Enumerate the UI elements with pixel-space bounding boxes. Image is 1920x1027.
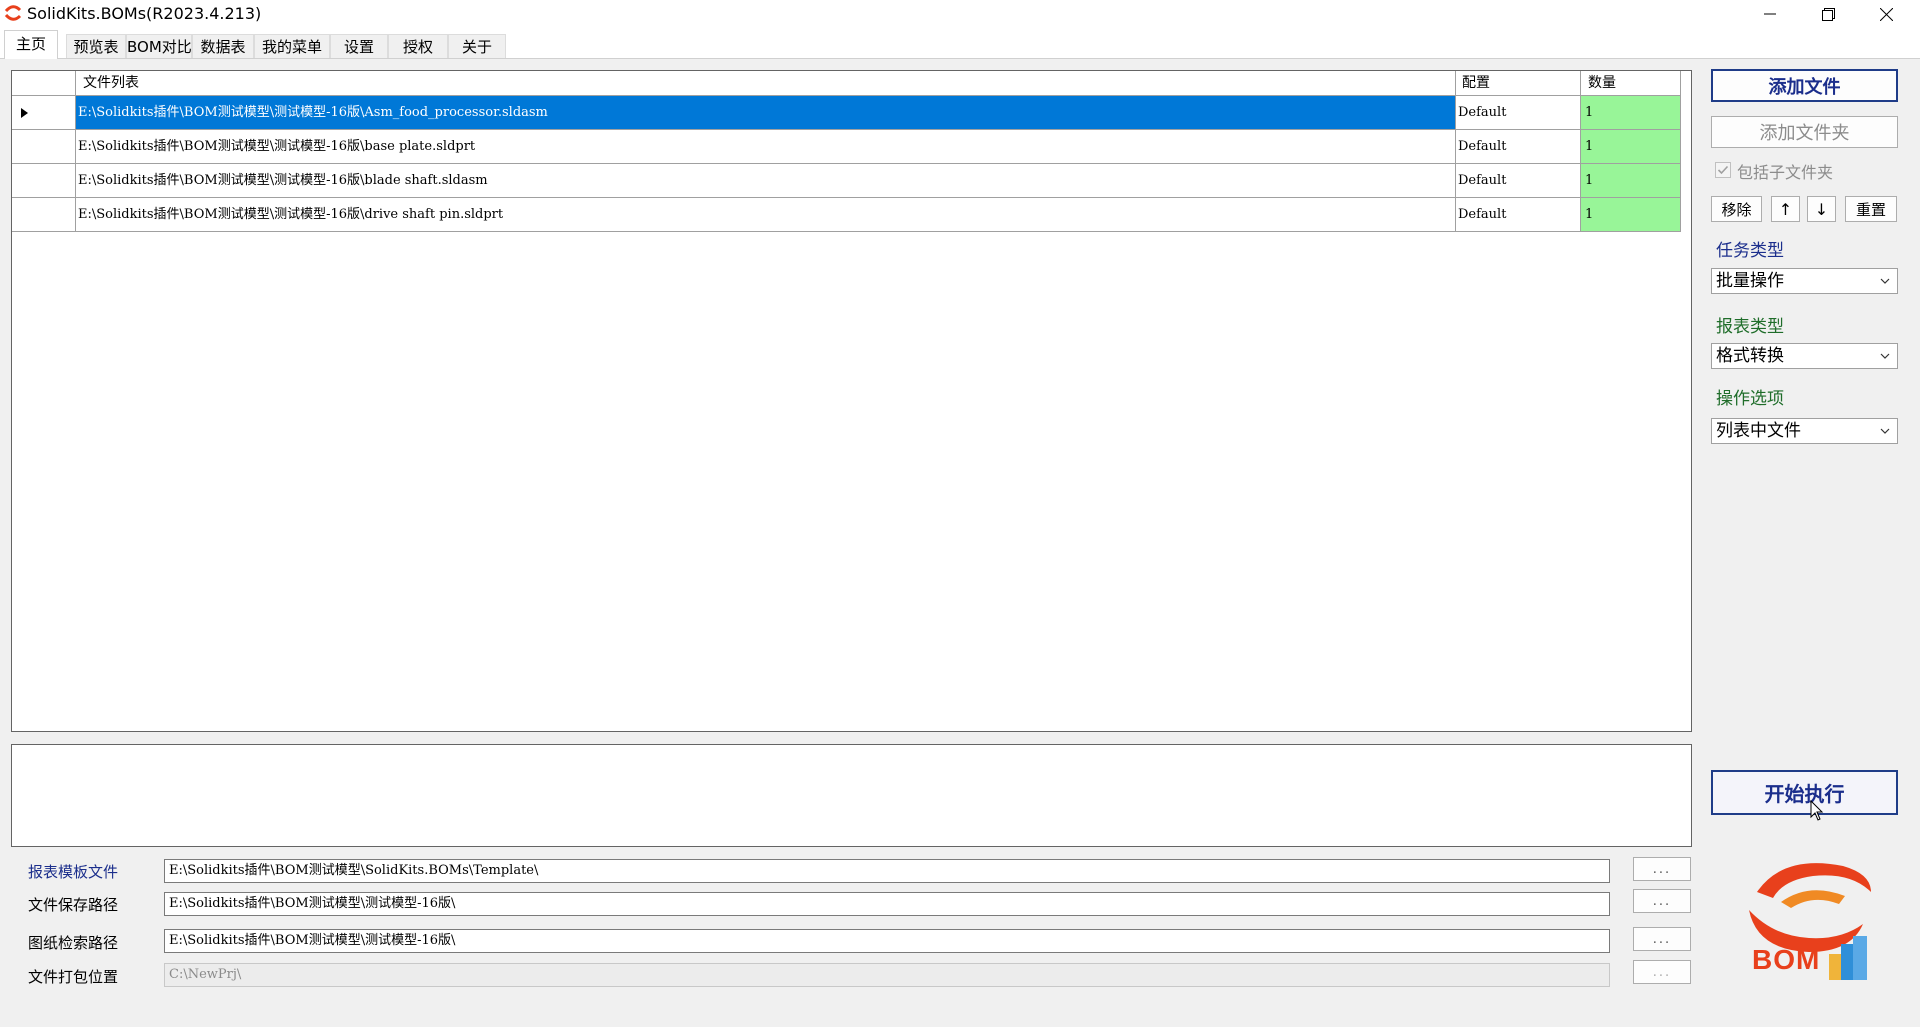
report-type-value: 格式转换 [1716, 346, 1784, 366]
mouse-cursor-icon [1810, 800, 1824, 821]
table-row-config[interactable]: Default [1456, 164, 1581, 198]
title-bar [0, 0, 1920, 28]
template-file-label: 报表模板文件 [28, 863, 119, 881]
chevron-down-icon [1877, 344, 1893, 368]
tab-license[interactable]: 授权 [388, 34, 448, 58]
app-logo-icon [4, 5, 22, 21]
start-execution-button[interactable]: 开始执行 [1711, 770, 1898, 815]
table-row-config[interactable]: Default [1456, 96, 1581, 130]
window-title: SolidKits.BOMs(R2023.4.213) [27, 4, 262, 23]
table-row-config[interactable]: Default [1456, 198, 1581, 232]
logo-text: BOM [1752, 944, 1821, 975]
table-row-config[interactable]: Default [1456, 130, 1581, 164]
task-type-select[interactable]: 批量操作 [1711, 268, 1898, 294]
close-icon [1879, 7, 1893, 21]
log-output-box[interactable] [11, 744, 1692, 847]
tab-about[interactable]: 关于 [448, 34, 506, 58]
table-row-file-path[interactable]: E:\Solidkits插件\BOM测试模型\测试模型-16版\drive sh… [76, 198, 1456, 232]
chevron-down-icon [1877, 419, 1893, 443]
reset-button[interactable]: 重置 [1845, 196, 1897, 222]
current-row-arrow-icon [21, 108, 28, 118]
save-path-input[interactable]: E:\Solidkits插件\BOM测试模型\测试模型-16版\ [164, 892, 1610, 916]
task-type-label: 任务类型 [1716, 241, 1784, 261]
drawing-search-path-label: 图纸检索路径 [28, 934, 119, 952]
minimize-button[interactable] [1741, 0, 1799, 28]
operation-option-select[interactable]: 列表中文件 [1711, 418, 1898, 444]
table-row-file-path[interactable]: E:\Solidkits插件\BOM测试模型\测试模型-16版\blade sh… [76, 164, 1456, 198]
tab-data-table[interactable]: 数据表 [192, 34, 254, 58]
include-subfolders-checkbox[interactable] [1715, 162, 1731, 178]
chevron-down-icon [1877, 269, 1893, 293]
table-row-file-path[interactable]: E:\Solidkits插件\BOM测试模型\测试模型-16版\base pla… [76, 130, 1456, 164]
column-header-file-list[interactable]: 文件列表 [76, 71, 1456, 96]
remove-button[interactable]: 移除 [1711, 196, 1762, 222]
close-button[interactable] [1857, 0, 1915, 28]
column-header-qty[interactable]: 数量 [1581, 71, 1681, 96]
move-up-button[interactable]: ↑ [1771, 196, 1800, 222]
restore-icon [1821, 7, 1835, 21]
operation-option-value: 列表中文件 [1716, 421, 1801, 441]
report-type-label: 报表类型 [1716, 317, 1784, 337]
package-location-input: C:\NewPrj\ [164, 963, 1610, 987]
template-file-input[interactable]: E:\Solidkits插件\BOM测试模型\SolidKits.BOMs\Te… [164, 859, 1610, 883]
save-path-label: 文件保存路径 [28, 896, 119, 914]
package-location-label: 文件打包位置 [28, 968, 119, 986]
operation-option-label: 操作选项 [1716, 389, 1784, 409]
include-subfolders-label[interactable]: 包括子文件夹 [1737, 159, 1833, 183]
tab-preview[interactable]: 预览表 [66, 34, 126, 58]
drawing-search-path-browse-button[interactable]: ... [1633, 927, 1691, 951]
task-type-value: 批量操作 [1716, 271, 1784, 291]
add-folder-button[interactable]: 添加文件夹 [1711, 116, 1898, 148]
row-header[interactable] [12, 96, 76, 130]
add-file-button[interactable]: 添加文件 [1711, 69, 1898, 102]
tab-settings[interactable]: 设置 [330, 34, 388, 58]
tab-my-menu[interactable]: 我的菜单 [254, 34, 330, 58]
column-header-config[interactable]: 配置 [1456, 71, 1581, 96]
checkmark-icon [1717, 165, 1729, 175]
row-header[interactable] [12, 164, 76, 198]
row-header[interactable] [12, 198, 76, 232]
package-location-browse-button: ... [1633, 960, 1691, 984]
minimize-icon [1764, 13, 1776, 15]
save-path-browse-button[interactable]: ... [1633, 889, 1691, 913]
table-row-qty[interactable]: 1 [1581, 164, 1681, 198]
report-type-select[interactable]: 格式转换 [1711, 343, 1898, 369]
drawing-search-path-input[interactable]: E:\Solidkits插件\BOM测试模型\测试模型-16版\ [164, 929, 1610, 953]
move-down-button[interactable]: ↓ [1807, 196, 1836, 222]
table-row-qty[interactable]: 1 [1581, 96, 1681, 130]
table-row-qty[interactable]: 1 [1581, 198, 1681, 232]
row-header[interactable] [12, 130, 76, 164]
table-row-qty[interactable]: 1 [1581, 130, 1681, 164]
grid-corner-header [12, 71, 76, 96]
file-list-grid[interactable]: 文件列表 配置 数量 E:\Solidkits插件\BOM测试模型\测试模型-1… [11, 70, 1692, 732]
template-file-browse-button[interactable]: ... [1633, 857, 1691, 881]
tab-home[interactable]: 主页 [4, 30, 58, 59]
restore-button[interactable] [1799, 0, 1857, 28]
table-row-file-path[interactable]: E:\Solidkits插件\BOM测试模型\测试模型-16版\Asm_food… [76, 96, 1456, 130]
tab-bom-compare[interactable]: BOM对比 [126, 34, 192, 58]
